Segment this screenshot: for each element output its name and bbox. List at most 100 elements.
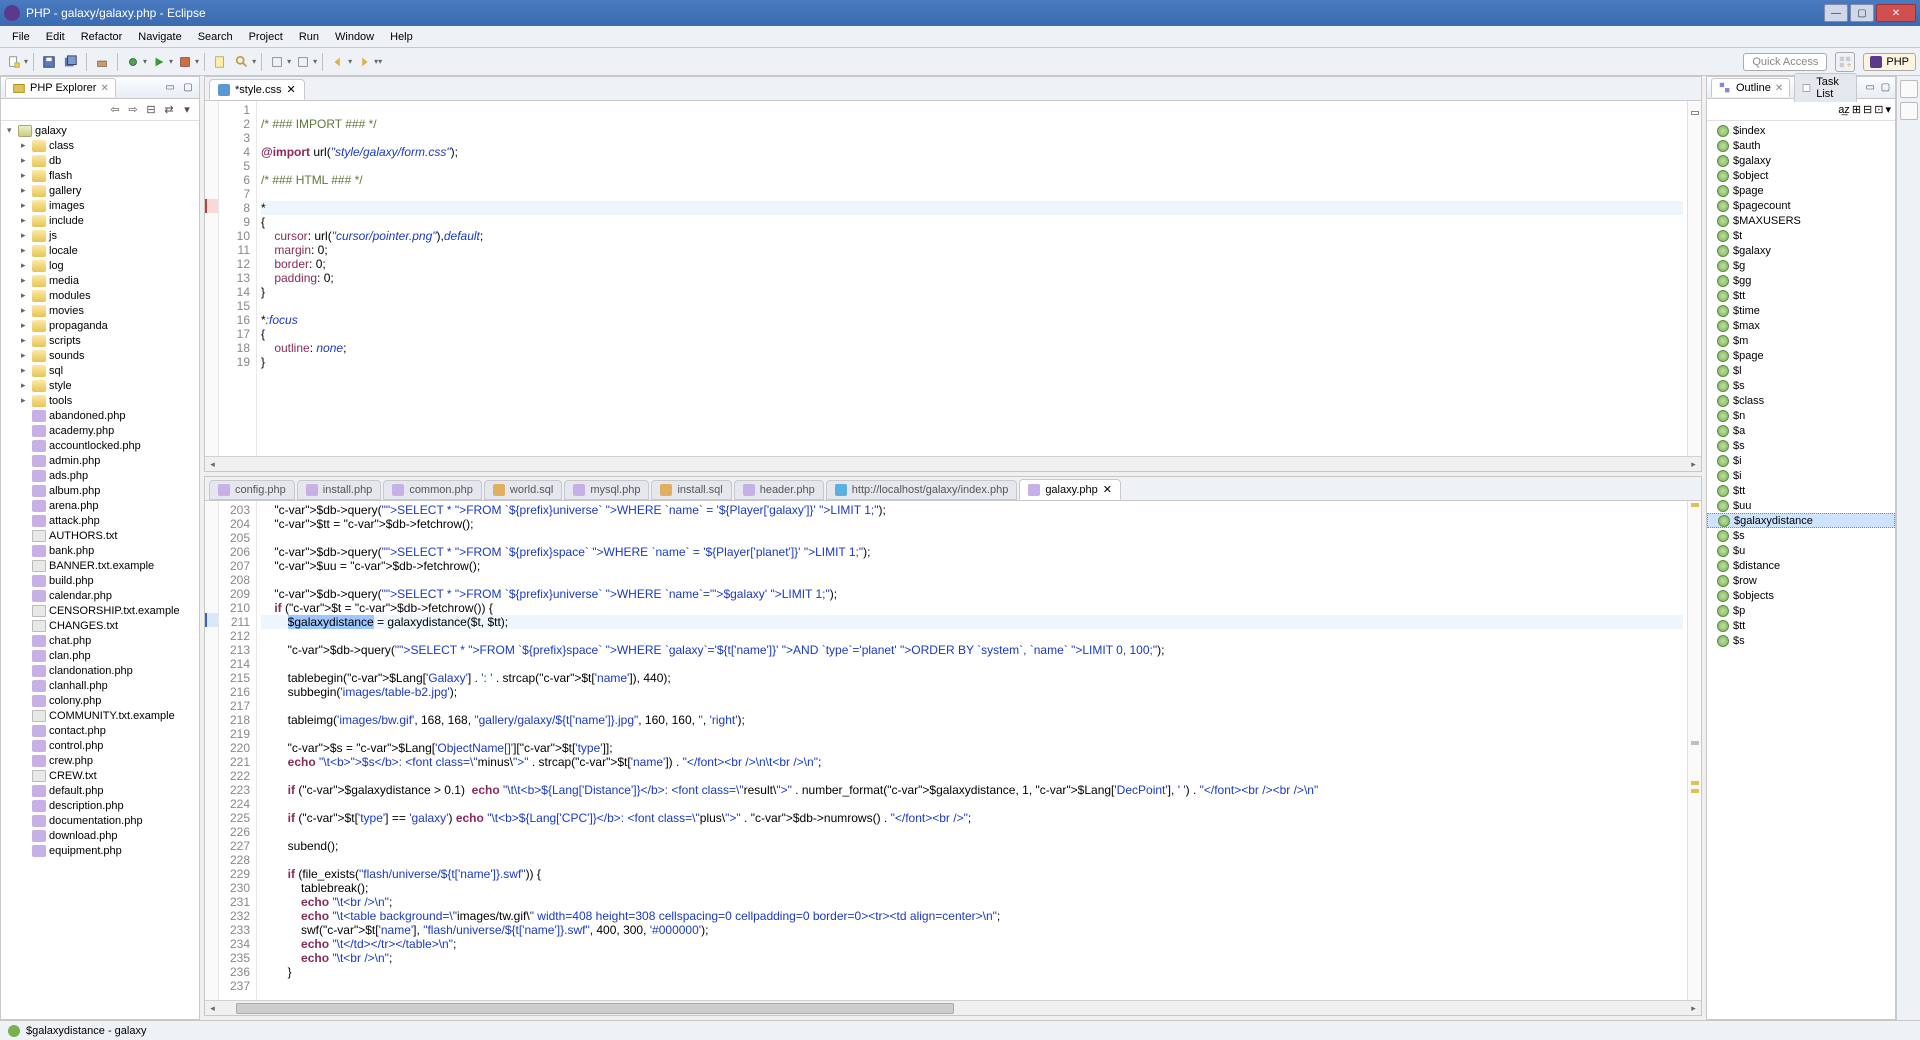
folder-style[interactable]: ▸style xyxy=(1,378,199,393)
file-equipment-php[interactable]: equipment.php xyxy=(1,843,199,858)
project-galaxy[interactable]: ▾galaxy xyxy=(1,123,199,138)
minimize-view-button[interactable]: ▭ xyxy=(1865,81,1876,95)
outline-item[interactable]: $m xyxy=(1707,333,1895,348)
outline-item[interactable]: $page xyxy=(1707,348,1895,363)
nav-back-button[interactable] xyxy=(328,52,348,72)
menu-navigate[interactable]: Navigate xyxy=(130,29,189,45)
close-button[interactable]: ✕ xyxy=(1876,4,1916,22)
outline-item[interactable]: $s xyxy=(1707,438,1895,453)
menu-search[interactable]: Search xyxy=(190,29,241,45)
nav-forward-button[interactable] xyxy=(354,52,374,72)
menu-run[interactable]: Run xyxy=(291,29,327,45)
filter-icon[interactable]: ⊞ xyxy=(1852,103,1861,116)
file-chat-php[interactable]: chat.php xyxy=(1,633,199,648)
outline-item[interactable]: $galaxy xyxy=(1707,243,1895,258)
tab-galaxy-php[interactable]: galaxy.php✕ xyxy=(1019,479,1121,500)
file-abandoned-php[interactable]: abandoned.php xyxy=(1,408,199,423)
collapse-all-icon[interactable]: ⊟ xyxy=(143,102,159,118)
folder-flash[interactable]: ▸flash xyxy=(1,168,199,183)
file-default-php[interactable]: default.php xyxy=(1,783,199,798)
outline-item[interactable]: $objects xyxy=(1707,588,1895,603)
maximize-button[interactable]: ▢ xyxy=(1850,4,1874,22)
folder-log[interactable]: ▸log xyxy=(1,258,199,273)
tab-common-php[interactable]: common.php xyxy=(383,480,482,500)
outline-item[interactable]: $auth xyxy=(1707,138,1895,153)
outline-item[interactable]: $object xyxy=(1707,168,1895,183)
outline-item[interactable]: $uu xyxy=(1707,498,1895,513)
folder-gallery[interactable]: ▸gallery xyxy=(1,183,199,198)
maximize-view-button[interactable]: ▢ xyxy=(1880,81,1891,95)
outline-item[interactable]: $i xyxy=(1707,453,1895,468)
editor-body-bottom[interactable]: 2032042052062072082092102112122132142152… xyxy=(205,501,1701,1000)
outline-item[interactable]: $tt xyxy=(1707,288,1895,303)
folder-sounds[interactable]: ▸sounds xyxy=(1,348,199,363)
folder-propaganda[interactable]: ▸propaganda xyxy=(1,318,199,333)
tab-http-localhost-galaxy-index-php[interactable]: http://localhost/galaxy/index.php xyxy=(826,480,1018,500)
file-crew-php[interactable]: crew.php xyxy=(1,753,199,768)
outline-item[interactable]: $i xyxy=(1707,468,1895,483)
link-editor-icon[interactable]: ⇄ xyxy=(161,102,177,118)
tab-install-sql[interactable]: install.sql xyxy=(651,480,731,500)
outline-item[interactable]: $s xyxy=(1707,528,1895,543)
explorer-tree[interactable]: ▾galaxy▸class▸db▸flash▸gallery▸images▸in… xyxy=(1,121,199,1019)
file-accountlocked-php[interactable]: accountlocked.php xyxy=(1,438,199,453)
save-all-button[interactable] xyxy=(61,52,81,72)
file-academy-php[interactable]: academy.php xyxy=(1,423,199,438)
back-icon[interactable]: ⇦ xyxy=(107,102,123,118)
menu-help[interactable]: Help xyxy=(382,29,421,45)
task-list-tab[interactable]: Task List xyxy=(1794,73,1856,102)
tab-config-php[interactable]: config.php xyxy=(209,480,295,500)
folder-scripts[interactable]: ▸scripts xyxy=(1,333,199,348)
file-clanhall-php[interactable]: clanhall.php xyxy=(1,678,199,693)
editor-body-top[interactable]: 12345678910111213141516171819 /* ### IMP… xyxy=(205,101,1701,456)
file-clandonation-php[interactable]: clandonation.php xyxy=(1,663,199,678)
outline-item[interactable]: $pagecount xyxy=(1707,198,1895,213)
close-icon[interactable]: ✕ xyxy=(286,83,295,96)
folder-db[interactable]: ▸db xyxy=(1,153,199,168)
search-button[interactable] xyxy=(232,52,252,72)
outline-item[interactable]: $galaxydistance xyxy=(1707,513,1895,528)
view-menu-icon[interactable]: ▾ xyxy=(179,102,195,118)
file-clan-php[interactable]: clan.php xyxy=(1,648,199,663)
folder-tools[interactable]: ▸tools xyxy=(1,393,199,408)
outline-item[interactable]: $time xyxy=(1707,303,1895,318)
outline-tab[interactable]: Outline ✕ xyxy=(1711,78,1790,97)
file-build-php[interactable]: build.php xyxy=(1,573,199,588)
php-explorer-tab[interactable]: PHP Explorer ✕ xyxy=(5,78,116,97)
outline-item[interactable]: $a xyxy=(1707,423,1895,438)
trim-button-1[interactable] xyxy=(1900,80,1918,98)
open-perspective-button[interactable]: + xyxy=(1835,52,1855,72)
file-control-php[interactable]: control.php xyxy=(1,738,199,753)
horizontal-scrollbar[interactable]: ◂▸ xyxy=(205,1000,1701,1015)
outline-item[interactable]: $tt xyxy=(1707,483,1895,498)
external-tools-button[interactable] xyxy=(175,52,195,72)
outline-item[interactable]: $index xyxy=(1707,123,1895,138)
outline-list[interactable]: $index$auth $galaxy $object $page $pagecount… xyxy=(1707,121,1895,1019)
folder-sql[interactable]: ▸sql xyxy=(1,363,199,378)
folder-class[interactable]: ▸class xyxy=(1,138,199,153)
outline-item[interactable]: $s xyxy=(1707,633,1895,648)
tab-mysql-php[interactable]: mysql.php xyxy=(564,480,649,500)
file-CENSORSHIP-txt-example[interactable]: CENSORSHIP.txt.example xyxy=(1,603,199,618)
menu-window[interactable]: Window xyxy=(327,29,382,45)
horizontal-scrollbar[interactable]: ◂▸ xyxy=(205,456,1701,471)
save-button[interactable] xyxy=(39,52,59,72)
forward-icon[interactable]: ⇨ xyxy=(125,102,141,118)
file-bank-php[interactable]: bank.php xyxy=(1,543,199,558)
filter2-icon[interactable]: ⊟ xyxy=(1863,103,1872,116)
file-colony-php[interactable]: colony.php xyxy=(1,693,199,708)
sort-icon[interactable]: a͢z xyxy=(1838,104,1850,116)
outline-item[interactable]: $g xyxy=(1707,258,1895,273)
file-AUTHORS-txt[interactable]: AUTHORS.txt xyxy=(1,528,199,543)
trim-button-2[interactable] xyxy=(1900,102,1918,120)
debug-button[interactable] xyxy=(123,52,143,72)
file-album-php[interactable]: album.php xyxy=(1,483,199,498)
tab-style-css[interactable]: *style.css ✕ xyxy=(209,79,305,100)
file-calendar-php[interactable]: calendar.php xyxy=(1,588,199,603)
file-contact-php[interactable]: contact.php xyxy=(1,723,199,738)
folder-modules[interactable]: ▸modules xyxy=(1,288,199,303)
folder-images[interactable]: ▸images xyxy=(1,198,199,213)
outline-item[interactable]: $gg xyxy=(1707,273,1895,288)
perspective-php[interactable]: PHP xyxy=(1863,53,1916,71)
outline-item[interactable]: $class xyxy=(1707,393,1895,408)
